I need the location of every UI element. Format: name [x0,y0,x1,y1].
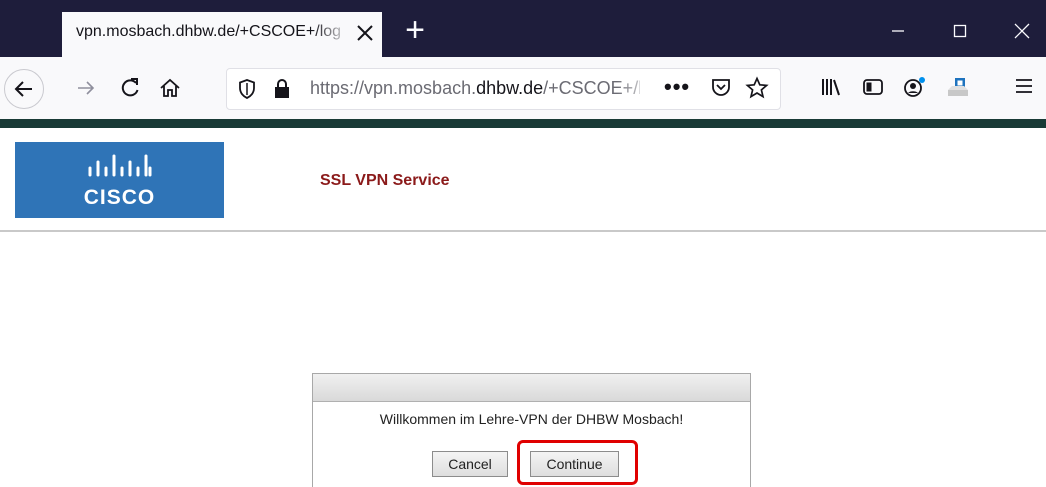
url-text[interactable]: https://vpn.mosbach.dhbw.de/+CSCOE+/logo… [310,78,640,99]
url-domain: dhbw.de [476,78,544,98]
page-title: SSL VPN Service [320,172,450,189]
page-actions-more-icon[interactable]: ••• [664,74,690,100]
reload-icon[interactable] [110,68,150,108]
shield-icon[interactable] [237,78,257,105]
maximize-icon[interactable] [940,16,980,46]
tab-close-icon[interactable] [352,20,378,46]
arrow-right-icon[interactable] [66,68,106,108]
hamburger-icon[interactable] [1014,76,1034,101]
cisco-logo: CISCO [15,142,224,218]
header-divider [0,230,1046,232]
arrow-left-icon[interactable] [4,69,44,109]
lock-icon[interactable] [273,78,291,105]
library-icon[interactable] [820,76,842,103]
toolbar-accent-bar [0,119,1046,128]
account-icon[interactable] [903,76,927,103]
navigation-toolbar: https://vpn.mosbach.dhbw.de/+CSCOE+/logo… [0,57,1046,119]
new-tab-button[interactable]: + [398,13,432,48]
dialog-header [313,374,750,402]
tab-title-fade [312,12,352,57]
url-bar[interactable]: https://vpn.mosbach.dhbw.de/+CSCOE+/logo… [226,68,781,110]
tab-strip-edge [0,12,16,57]
cisco-logo-text: CISCO [83,186,156,209]
url-fade [617,71,657,105]
star-icon[interactable] [745,76,769,105]
minimize-icon[interactable] [878,16,918,46]
pocket-icon[interactable] [710,77,732,104]
continue-highlight-box [517,440,638,485]
sidebar-icon[interactable] [862,76,884,103]
extension-icon[interactable] [946,76,970,103]
cancel-button[interactable]: Cancel [432,451,508,477]
tab-title: vpn.mosbach.dhbw.de/+CSCOE+/logon.html [76,23,341,40]
browser-titlebar: vpn.mosbach.dhbw.de/+CSCOE+/logon.html + [0,0,1046,57]
dialog-message: Willkommen im Lehre-VPN der DHBW Mosbach… [379,411,684,427]
window-close-icon[interactable] [1002,16,1042,46]
url-prefix: https://vpn.mosbach. [310,78,477,98]
active-tab[interactable]: vpn.mosbach.dhbw.de/+CSCOE+/logon.html [62,12,382,57]
cisco-bridge-icon [88,154,152,177]
home-icon[interactable] [150,68,190,108]
